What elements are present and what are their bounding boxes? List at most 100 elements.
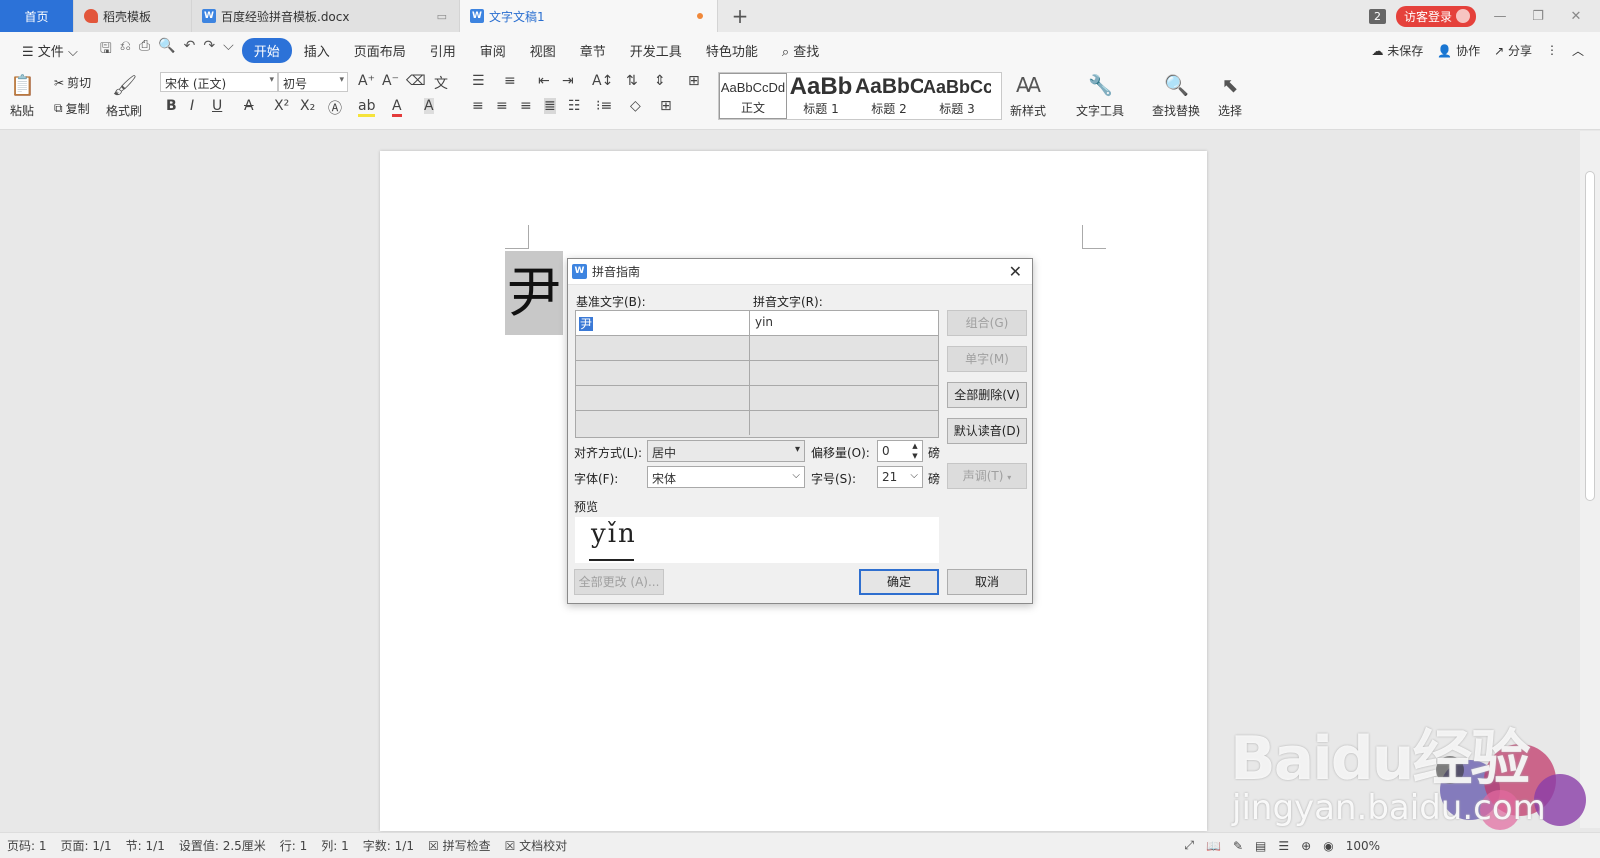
- char-shading-icon[interactable]: A: [424, 98, 434, 114]
- grow-font-icon[interactable]: A⁺: [358, 73, 375, 89]
- superscript-icon[interactable]: X²: [274, 98, 289, 114]
- outline-view-icon[interactable]: ☰: [1278, 839, 1289, 853]
- doc-proof-button[interactable]: ☒ 文档校对: [498, 837, 575, 854]
- font-color-icon[interactable]: A: [392, 98, 402, 117]
- phonetic-guide-icon[interactable]: 文: [434, 73, 448, 93]
- cut-button[interactable]: ✂ 剪切: [54, 74, 91, 91]
- strikethrough-icon[interactable]: A: [244, 98, 254, 114]
- base-text-input[interactable]: [576, 411, 750, 435]
- share-button[interactable]: ↗ 分享: [1494, 42, 1532, 59]
- new-tab-button[interactable]: +: [718, 0, 762, 32]
- format-icon[interactable]: ⎌: [120, 38, 131, 62]
- align-left-icon[interactable]: ≡: [472, 98, 484, 114]
- web-view-icon[interactable]: ⊕: [1301, 839, 1311, 853]
- shrink-font-icon[interactable]: A⁻: [382, 73, 399, 89]
- redo-icon[interactable]: ↷: [203, 38, 215, 62]
- base-text-input[interactable]: [576, 386, 750, 410]
- format-painter-button[interactable]: 🖌 格式刷: [106, 72, 142, 119]
- menu-insert[interactable]: 插入: [292, 41, 342, 60]
- tone-button[interactable]: 声调(T) ▾: [947, 463, 1027, 489]
- window-count-badge[interactable]: 2: [1368, 8, 1386, 24]
- menu-page-layout[interactable]: 页面布局: [342, 41, 418, 60]
- change-case-icon[interactable]: A↕: [592, 73, 613, 89]
- dialog-close-icon[interactable]: ✕: [1009, 262, 1022, 281]
- tab-document-1[interactable]: W 文字文稿1: [460, 0, 718, 32]
- ok-button[interactable]: 确定: [859, 569, 939, 595]
- guest-login-button[interactable]: 访客登录: [1395, 5, 1476, 27]
- dialog-title-bar[interactable]: W 拼音指南: [568, 259, 1032, 285]
- close-window-icon[interactable]: ✕: [1562, 9, 1590, 24]
- menu-features[interactable]: 特色功能: [694, 41, 770, 60]
- find-replace-button[interactable]: 🔍 查找替换: [1152, 72, 1200, 119]
- save-icon[interactable]: 🖫: [100, 38, 112, 62]
- paste-button[interactable]: 📋 粘贴: [10, 72, 35, 119]
- page-view-icon[interactable]: ▤: [1255, 839, 1266, 853]
- menu-review[interactable]: 审阅: [468, 41, 518, 60]
- default-reading-button[interactable]: 默认读音(D): [947, 418, 1027, 444]
- customize-icon[interactable]: ⌵: [223, 38, 234, 62]
- status-word-count[interactable]: 字数: 1/1: [356, 837, 421, 854]
- undo-icon[interactable]: ↶: [184, 38, 196, 62]
- clear-all-button[interactable]: 全部删除(V): [947, 382, 1027, 408]
- font-name-select[interactable]: 宋体 (正文) ▾: [160, 72, 278, 92]
- minimize-icon[interactable]: —: [1486, 9, 1514, 24]
- collapse-ribbon-icon[interactable]: ︿: [1572, 42, 1584, 59]
- subscript-icon[interactable]: X₂: [300, 98, 315, 114]
- ruby-text-input[interactable]: [750, 411, 938, 435]
- font-select[interactable]: 宋体 ⌵: [647, 466, 805, 488]
- read-mode-icon[interactable]: 📖: [1206, 839, 1221, 853]
- italic-icon[interactable]: I: [190, 98, 194, 114]
- ruby-text-input[interactable]: yin: [750, 311, 938, 335]
- line-spacing-icon[interactable]: ⇕: [654, 73, 666, 89]
- eye-protect-icon[interactable]: ◉: [1323, 839, 1333, 853]
- print-preview-icon[interactable]: 🔍: [158, 38, 175, 62]
- change-all-button[interactable]: 全部更改 (A)...: [574, 569, 664, 595]
- zoom-level[interactable]: 100%: [1346, 839, 1380, 853]
- justify-icon[interactable]: ≣: [544, 98, 556, 114]
- distribute-icon[interactable]: ☷: [568, 98, 581, 114]
- offset-spinner[interactable]: 0 ▲ ▼: [877, 440, 923, 462]
- ruby-text-input[interactable]: [750, 361, 938, 385]
- menu-developer[interactable]: 开发工具: [618, 41, 694, 60]
- numbered-list-icon[interactable]: ≡: [504, 73, 516, 89]
- align-right-icon[interactable]: ≡: [520, 98, 532, 114]
- base-text-input[interactable]: [576, 336, 750, 360]
- shading-icon[interactable]: ◇: [630, 98, 641, 114]
- menu-chapter[interactable]: 章节: [568, 41, 618, 60]
- file-menu[interactable]: ☰ 文件 ⌵: [10, 41, 90, 60]
- style-heading-3[interactable]: AaBbCc 标题 3: [923, 73, 991, 119]
- tab-baidu-template-doc[interactable]: W 百度经验拼音模板.docx ▭: [192, 0, 460, 32]
- bold-icon[interactable]: B: [166, 98, 177, 114]
- cancel-button[interactable]: 取消: [947, 569, 1027, 595]
- align-select[interactable]: 居中 ▾: [647, 440, 805, 462]
- monitor-icon[interactable]: ▭: [437, 10, 447, 23]
- style-normal[interactable]: AaBbCcDd 正文: [719, 73, 787, 119]
- edit-mode-icon[interactable]: ✎: [1233, 839, 1243, 853]
- clear-format-icon[interactable]: ⌫: [406, 73, 426, 89]
- size-select[interactable]: 21 ⌵: [877, 466, 923, 488]
- select-button[interactable]: ⬉ 选择: [1218, 72, 1242, 119]
- spell-check-button[interactable]: ☒ 拼写检查: [421, 837, 498, 854]
- new-style-button[interactable]: Ꜳ 新样式: [1010, 72, 1046, 119]
- ruby-text-input[interactable]: [750, 336, 938, 360]
- highlight-icon[interactable]: ab: [358, 98, 376, 117]
- bullet-list-icon[interactable]: ☰: [472, 73, 485, 89]
- tab-home[interactable]: 首页: [0, 0, 74, 32]
- fullscreen-icon[interactable]: ⤢: [1184, 838, 1194, 853]
- text-tools-button[interactable]: 🔧 文字工具: [1076, 72, 1124, 119]
- sort-icon[interactable]: ⇅: [626, 73, 638, 89]
- base-text-input[interactable]: [576, 361, 750, 385]
- restore-icon[interactable]: ❐: [1524, 9, 1552, 24]
- menu-view[interactable]: 视图: [518, 41, 568, 60]
- underline-icon[interactable]: U: [212, 98, 222, 114]
- font-size-select[interactable]: 初号 ▾: [278, 72, 348, 92]
- ruby-text-input[interactable]: [750, 386, 938, 410]
- text-effect-icon[interactable]: Ⓐ: [328, 98, 342, 118]
- menu-references[interactable]: 引用: [418, 41, 468, 60]
- table-icon[interactable]: ⊞: [688, 73, 700, 89]
- unsaved-button[interactable]: ☁ 未保存: [1371, 42, 1423, 59]
- menu-start[interactable]: 开始: [241, 37, 292, 63]
- base-text-input[interactable]: 尹: [576, 311, 750, 335]
- align-center-icon[interactable]: ≡: [496, 98, 508, 114]
- copy-button[interactable]: ⧉ 复制: [54, 100, 90, 117]
